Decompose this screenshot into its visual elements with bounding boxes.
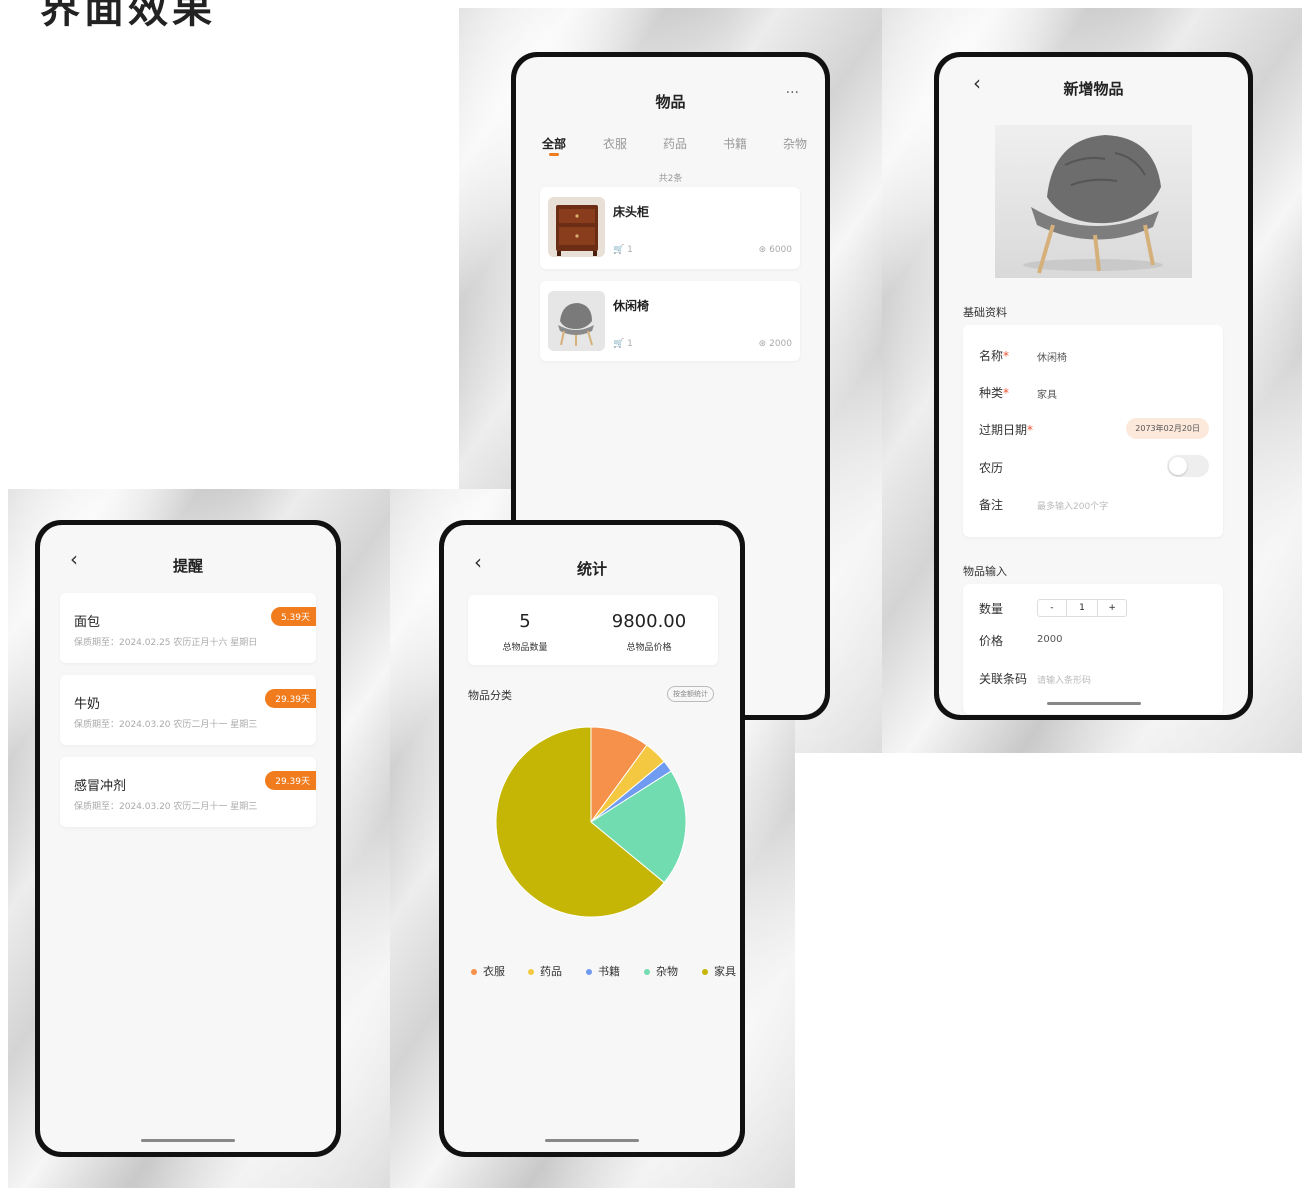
- total-count: 5: [519, 611, 531, 632]
- page-title: 新增物品: [1063, 80, 1124, 98]
- category-title: 物品分类: [468, 689, 512, 702]
- stats-screen: ‹ 统计 5 总物品数量 9800.00 总物品价格 物品分类 按金额统计 衣服…: [444, 525, 740, 1152]
- note-label: 备注: [979, 498, 1004, 512]
- cart-icon: 🛒: [613, 245, 625, 255]
- reminder-screen: ‹ 提醒 面包 5.39天 保质期至：2024.02.25 农历正月十六 星期日…: [40, 525, 336, 1152]
- expire-label: 过期日期*: [979, 423, 1034, 437]
- nightstand-image: [548, 197, 605, 257]
- expire-date-picker[interactable]: 2073年02月20日: [1126, 418, 1209, 439]
- legend-item: 家具: [702, 963, 736, 979]
- total-price: 9800.00: [611, 611, 687, 632]
- section-basic: 基础资料: [963, 306, 1007, 319]
- list-item[interactable]: 面包 5.39天 保质期至：2024.02.25 农历正月十六 星期日: [60, 593, 316, 663]
- reminder-date: 保质期至：2024.03.20 农历二月十一 星期三: [74, 720, 258, 730]
- tab-books[interactable]: 书籍: [723, 135, 747, 152]
- stats-phone: ‹ 统计 5 总物品数量 9800.00 总物品价格 物品分类 按金额统计 衣服…: [439, 520, 745, 1157]
- list-item[interactable]: 休闲椅 🛒 1 ⊛ 2000: [540, 281, 800, 361]
- type-select[interactable]: 家具: [1037, 386, 1057, 401]
- page-title: 提醒: [172, 557, 203, 575]
- section-input: 物品输入: [963, 565, 1007, 578]
- legend-item: 杂物: [644, 963, 678, 979]
- item-name: 休闲椅: [613, 299, 650, 313]
- legend-swatch: [471, 969, 477, 975]
- reminder-date: 保质期至：2024.02.25 农历正月十六 星期日: [74, 638, 258, 648]
- reminder-phone: ‹ 提醒 面包 5.39天 保质期至：2024.02.25 农历正月十六 星期日…: [35, 520, 341, 1157]
- minus-button[interactable]: -: [1038, 600, 1067, 616]
- input-card: 数量 - 1 + 价格 2000 关联条码 请输入条形码: [963, 584, 1223, 714]
- item-price: ⊛ 2000: [758, 339, 792, 349]
- home-indicator: [1046, 702, 1141, 705]
- days-badge: 5.39天: [270, 607, 316, 626]
- coin-icon: ⊛: [758, 245, 767, 255]
- legend-swatch: [528, 969, 534, 975]
- legend-item: 衣服: [471, 963, 505, 979]
- days-badge: 29.39天: [265, 771, 316, 790]
- name-input[interactable]: 休闲椅: [1037, 349, 1067, 364]
- quantity-stepper: - 1 +: [1037, 599, 1127, 617]
- price-label: 价格: [979, 634, 1004, 648]
- qty-value[interactable]: 1: [1067, 600, 1099, 616]
- total-price-label: 总物品价格: [626, 643, 672, 653]
- barcode-label: 关联条码: [979, 672, 1028, 686]
- reminder-name: 牛奶: [74, 697, 101, 712]
- barcode-input[interactable]: 请输入条形码: [1037, 673, 1091, 686]
- legend-swatch: [586, 969, 592, 975]
- add-item-screen: ‹ 新增物品 基础资料 名称* 休闲椅 种类* 家具 过期日期* 2073年02…: [939, 57, 1248, 715]
- item-qty: 🛒 1: [613, 245, 633, 255]
- list-item[interactable]: 感冒冲剂 29.39天 保质期至：2024.03.20 农历二月十一 星期三: [60, 757, 316, 827]
- tab-clothes[interactable]: 衣服: [603, 135, 627, 152]
- days-badge: 29.39天: [265, 689, 316, 708]
- pie-chart: [495, 726, 687, 918]
- item-name: 床头柜: [613, 205, 650, 219]
- cart-icon: 🛒: [613, 339, 625, 349]
- qty-label: 数量: [979, 602, 1004, 616]
- total-count-label: 总物品数量: [502, 643, 548, 653]
- tab-all[interactable]: 全部: [542, 135, 566, 152]
- page-title: 物品: [655, 93, 686, 111]
- list-item[interactable]: 牛奶 29.39天 保质期至：2024.03.20 农历二月十一 星期三: [60, 675, 316, 745]
- tab-medicine[interactable]: 药品: [663, 135, 687, 152]
- home-indicator: [141, 1139, 235, 1142]
- type-label: 种类*: [979, 386, 1010, 400]
- tab-indicator: [549, 153, 559, 156]
- legend-item: 书籍: [586, 963, 620, 979]
- note-input[interactable]: 最多输入200个字: [1037, 499, 1108, 512]
- item-count: 共2条: [658, 174, 683, 184]
- item-price: ⊛ 6000: [758, 245, 792, 255]
- page-heading: 界面效果: [40, 0, 216, 32]
- toggle-knob: [1169, 457, 1187, 475]
- summary-card: 5 总物品数量 9800.00 总物品价格: [468, 595, 718, 665]
- reminder-name: 感冒冲剂: [74, 779, 127, 794]
- add-item-phone: ‹ 新增物品 基础资料 名称* 休闲椅 种类* 家具 过期日期* 2073年02…: [934, 52, 1253, 720]
- name-label: 名称*: [979, 349, 1010, 363]
- amount-toggle-button[interactable]: 按金额统计: [667, 686, 714, 702]
- legend-item: 药品: [528, 963, 562, 979]
- tab-misc[interactable]: 杂物: [783, 135, 807, 152]
- more-icon[interactable]: ···: [786, 85, 799, 101]
- coin-icon: ⊛: [758, 339, 767, 349]
- basic-card: 名称* 休闲椅 种类* 家具 过期日期* 2073年02月20日 农历 备注 最…: [963, 325, 1223, 537]
- lunar-toggle[interactable]: [1167, 455, 1209, 477]
- item-qty: 🛒 1: [613, 339, 633, 349]
- chair-image: [995, 125, 1192, 278]
- page-title: 统计: [576, 560, 607, 578]
- list-item[interactable]: 床头柜 🛒 1 ⊛ 6000: [540, 187, 800, 269]
- price-input[interactable]: 2000: [1037, 634, 1062, 645]
- legend-swatch: [644, 969, 650, 975]
- lunar-label: 农历: [979, 461, 1004, 475]
- reminder-date: 保质期至：2024.03.20 农历二月十一 星期三: [74, 802, 258, 812]
- chair-image: [548, 291, 605, 351]
- home-indicator: [545, 1139, 639, 1142]
- legend-swatch: [702, 969, 708, 975]
- reminder-name: 面包: [74, 615, 101, 630]
- plus-button[interactable]: +: [1098, 600, 1126, 616]
